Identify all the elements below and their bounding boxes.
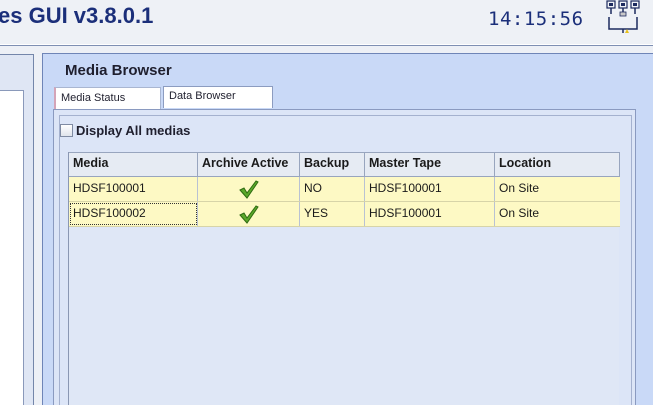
app-title: es GUI v3.8.0.1: [0, 3, 154, 28]
media-table: Media Archive Active Backup Master Tape …: [68, 152, 620, 405]
checkbox-label: Display All medias: [76, 123, 191, 138]
column-header-media[interactable]: Media: [69, 153, 198, 176]
column-header-location[interactable]: Location: [495, 153, 620, 176]
panel-title: Media Browser: [65, 62, 172, 79]
cell-backup[interactable]: YES: [300, 202, 365, 226]
checkbox-box[interactable]: [60, 124, 73, 137]
tab-data-browser[interactable]: Data Browser: [163, 86, 273, 108]
table-header-row: Media Archive Active Backup Master Tape …: [69, 152, 620, 177]
cell-master-tape[interactable]: HDSF100001: [365, 202, 495, 226]
cell-media[interactable]: HDSF100001: [69, 177, 198, 201]
column-header-master-tape[interactable]: Master Tape: [365, 153, 495, 176]
cell-archive-active[interactable]: [198, 177, 300, 201]
table-row[interactable]: HDSF100001 NO HDSF100001 On Site: [69, 177, 620, 202]
header-bar: es GUI v3.8.0.1 14:15:56: [0, 0, 653, 44]
column-header-archive-active[interactable]: Archive Active: [198, 153, 300, 176]
cell-backup[interactable]: NO: [300, 177, 365, 201]
network-status-icon[interactable]: [606, 0, 640, 36]
cell-archive-active[interactable]: [198, 202, 300, 226]
column-header-backup[interactable]: Backup: [300, 153, 365, 176]
cell-location[interactable]: On Site: [495, 177, 620, 201]
display-all-medias-checkbox[interactable]: Display All medias: [60, 123, 190, 138]
clock: 14:15:56: [488, 8, 584, 30]
cell-master-tape[interactable]: HDSF100001: [365, 177, 495, 201]
media-browser-panel: Media Browser Media Status Data Browser …: [42, 53, 653, 405]
cell-media[interactable]: HDSF100002: [69, 202, 198, 226]
tab-media-status[interactable]: Media Status: [54, 87, 161, 109]
cell-location[interactable]: On Site: [495, 202, 620, 226]
check-icon: [238, 180, 259, 199]
table-row[interactable]: HDSF100002 YES HDSF100001 On Site: [69, 202, 620, 227]
check-icon: [238, 205, 259, 224]
left-panel-content: [0, 90, 24, 405]
